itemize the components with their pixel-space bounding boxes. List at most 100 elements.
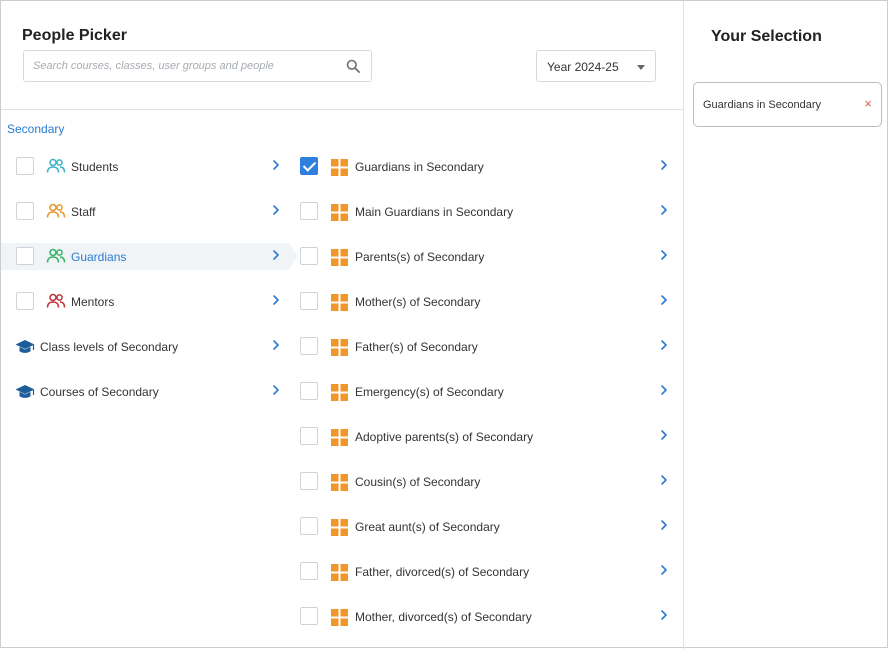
group-item[interactable]: Cousin(s) of Secondary [289, 459, 683, 504]
group-checkbox[interactable] [300, 382, 318, 400]
group-label: Mother, divorced(s) of Secondary [355, 610, 532, 624]
year-select[interactable]: Year 2024-25 [536, 50, 656, 82]
category-item[interactable]: Staff [1, 189, 289, 234]
category-checkbox[interactable] [16, 292, 34, 310]
chevron-right-icon[interactable] [271, 338, 281, 352]
group-grid-icon [331, 564, 348, 581]
people-icon [46, 293, 66, 309]
picker-panel: People Picker Year 2024-25 Secondary Stu… [1, 1, 683, 649]
chevron-right-icon[interactable] [659, 158, 669, 172]
selection-chip: Guardians in Secondary × [693, 82, 882, 127]
group-item[interactable]: Father, divorced(s) of Secondary [289, 549, 683, 594]
remove-icon[interactable]: × [864, 96, 872, 111]
chevron-right-icon[interactable] [271, 293, 281, 307]
chevron-right-icon[interactable] [659, 608, 669, 622]
group-checkbox[interactable] [300, 607, 318, 625]
group-checkbox[interactable] [300, 562, 318, 580]
group-grid-icon [331, 384, 348, 401]
people-icon [46, 203, 66, 219]
selection-panel: Your Selection Guardians in Secondary × [683, 1, 888, 649]
group-item[interactable]: Mother, divorced(s) of Secondary [289, 594, 683, 639]
group-checkbox[interactable] [300, 247, 318, 265]
group-grid-icon [331, 609, 348, 626]
group-grid-icon [331, 339, 348, 356]
group-label: Main Guardians in Secondary [355, 205, 514, 219]
page-title: People Picker [22, 27, 127, 44]
group-grid-icon [331, 429, 348, 446]
group-item[interactable]: Guardians in Secondary [289, 144, 683, 189]
group-grid-icon [331, 519, 348, 536]
group-label: Parents(s) of Secondary [355, 250, 485, 264]
category-item[interactable]: Mentors [1, 279, 289, 324]
group-grid-icon [331, 204, 348, 221]
group-item[interactable]: Mother(s) of Secondary [289, 279, 683, 324]
group-item[interactable]: Parents(s) of Secondary [289, 234, 683, 279]
search-box[interactable] [23, 50, 372, 82]
people-picker-window: People Picker Year 2024-25 Secondary Stu… [0, 0, 888, 649]
category-label: Mentors [71, 295, 115, 309]
chevron-right-icon[interactable] [659, 428, 669, 442]
group-item[interactable]: Adoptive parents(s) of Secondary [289, 414, 683, 459]
search-input[interactable] [24, 51, 334, 81]
selection-chip-label: Guardians in Secondary [703, 99, 822, 111]
category-label: Class levels of Secondary [40, 340, 179, 354]
category-label: Staff [71, 205, 96, 219]
chevron-right-icon[interactable] [659, 383, 669, 397]
chevron-right-icon[interactable] [659, 518, 669, 532]
caret-down-icon [637, 65, 645, 70]
group-item[interactable]: Main Guardians in Secondary [289, 189, 683, 234]
year-select-value: Year 2024-25 [547, 60, 619, 74]
category-checkbox[interactable] [16, 157, 34, 175]
group-list: Guardians in Secondary Main Guardians in … [289, 144, 683, 639]
chevron-right-icon[interactable] [659, 473, 669, 487]
chevron-right-icon[interactable] [659, 338, 669, 352]
category-item[interactable]: Students [1, 144, 289, 189]
group-grid-icon [331, 249, 348, 266]
selection-title: Your Selection [711, 28, 822, 45]
group-label: Emergency(s) of Secondary [355, 385, 504, 399]
group-checkbox[interactable] [300, 292, 318, 310]
group-item[interactable]: Father(s) of Secondary [289, 324, 683, 369]
chevron-right-icon[interactable] [659, 563, 669, 577]
category-checkbox[interactable] [16, 202, 34, 220]
category-item[interactable]: Guardians [1, 243, 298, 270]
group-grid-icon [331, 159, 348, 176]
group-label: Cousin(s) of Secondary [355, 475, 481, 489]
chevron-right-icon[interactable] [271, 383, 281, 397]
chevron-right-icon[interactable] [271, 203, 281, 217]
graduation-cap-icon [15, 339, 35, 355]
chevron-right-icon[interactable] [271, 158, 281, 172]
category-label: Guardians [71, 250, 127, 264]
group-label: Adoptive parents(s) of Secondary [355, 430, 534, 444]
category-item[interactable]: Courses of Secondary [1, 369, 289, 414]
group-label: Guardians in Secondary [355, 160, 484, 174]
group-checkbox[interactable] [300, 157, 318, 175]
group-checkbox[interactable] [300, 472, 318, 490]
category-label: Students [71, 160, 119, 174]
category-checkbox[interactable] [16, 247, 34, 265]
group-checkbox[interactable] [300, 202, 318, 220]
graduation-cap-icon [15, 384, 35, 400]
category-list: Students Staff Guardians Mentors Class level… [1, 144, 298, 414]
group-checkbox[interactable] [300, 337, 318, 355]
people-icon [46, 158, 66, 174]
group-label: Great aunt(s) of Secondary [355, 520, 500, 534]
category-item[interactable]: Class levels of Secondary [1, 324, 289, 369]
group-grid-icon [331, 474, 348, 491]
group-label: Mother(s) of Secondary [355, 295, 481, 309]
people-icon [46, 248, 66, 264]
group-label: Father, divorced(s) of Secondary [355, 565, 530, 579]
group-checkbox[interactable] [300, 427, 318, 445]
category-label: Courses of Secondary [40, 385, 159, 399]
chevron-right-icon[interactable] [271, 248, 281, 262]
group-item[interactable]: Great aunt(s) of Secondary [289, 504, 683, 549]
divider [1, 109, 683, 110]
group-checkbox[interactable] [300, 517, 318, 535]
search-icon[interactable] [346, 59, 360, 73]
group-item[interactable]: Emergency(s) of Secondary [289, 369, 683, 414]
chevron-right-icon[interactable] [659, 203, 669, 217]
chevron-right-icon[interactable] [659, 293, 669, 307]
chevron-right-icon[interactable] [659, 248, 669, 262]
breadcrumb[interactable]: Secondary [7, 122, 64, 136]
group-grid-icon [331, 294, 348, 311]
